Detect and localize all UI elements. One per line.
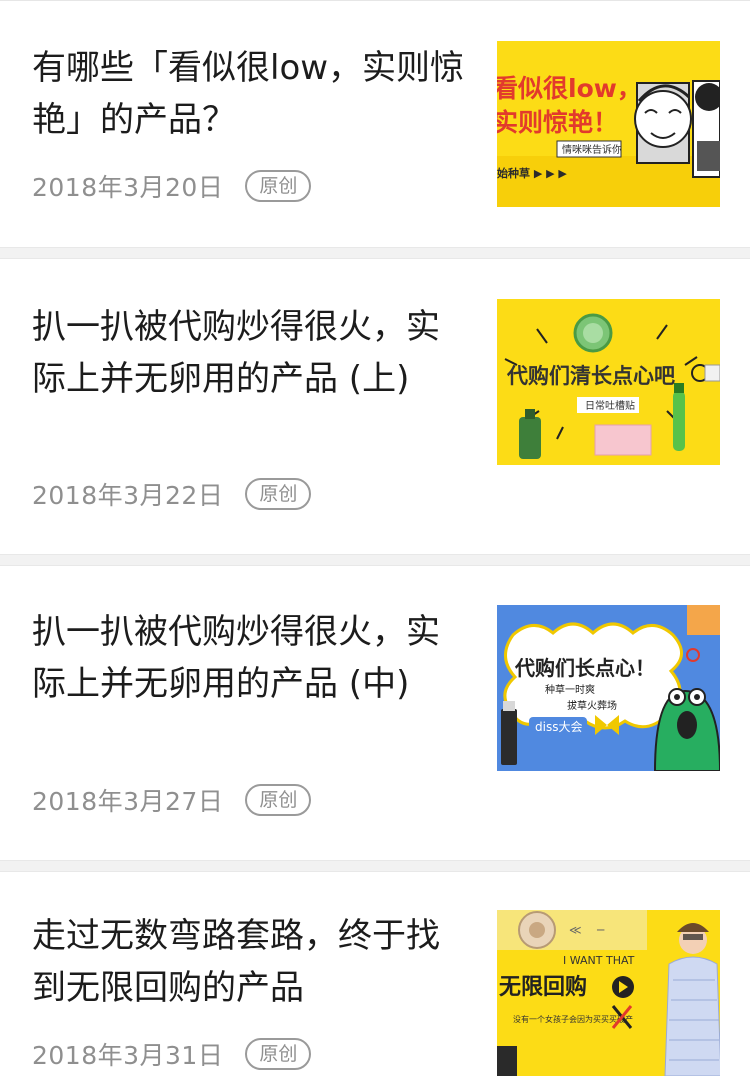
thumb-headline: 无限回购 [499,974,587,1000]
product-tube-icon [673,383,685,451]
thumbnail-image-3: 代购们长点心！ 种草一时爽 拔草火葬场 diss大会 [497,605,720,771]
thumb-headline-1: 看似很low， [497,74,642,103]
thumb-headline: 代购们长点心！ [514,656,655,680]
article-item-3[interactable]: 扒一扒被代购炒得很火，实际上并无卵用的产品 (中) 2018年3月27日 原创 … [0,566,750,860]
thumb-sub-2: 拔草火葬场 [567,699,617,712]
thumb-sub-1: 种草一时爽 [545,683,595,696]
original-badge: 原创 [245,784,312,816]
article-title[interactable]: 有哪些「看似很low，实则惊艳」的产品？ [32,42,468,146]
article-title[interactable]: 走过无数弯路套路，终于找到无限回购的产品 [32,910,468,1014]
article-thumbnail[interactable]: ≪ ─ I WANT THAT 无限回购 没有一个女孩子会因为买买买破产 [497,910,720,1076]
play-icon [612,976,634,998]
thumb-footer: 始种草 ▶ ▶ ▶ [497,166,567,180]
article-title[interactable]: 扒一扒被代购炒得很火，实际上并无卵用的产品 (中) [32,606,468,710]
thumbnail-image-2: 代购们清长点心吧 日常吐槽贴 [497,299,720,465]
article-date: 2018年3月27日 [32,787,224,816]
article-item-2[interactable]: 扒一扒被代购炒得很火，实际上并无卵用的产品 (上) 2018年3月22日 原创 … [0,259,750,554]
article-date: 2018年3月31日 [32,1041,224,1070]
thumb-caption: 日常吐槽贴 [585,399,635,412]
article-meta: 2018年3月31日 原创 [32,1036,312,1072]
thumb-headline: 代购们清长点心吧 [506,364,675,388]
original-badge: 原创 [245,478,312,510]
top-border [0,0,750,1]
thumb-tag: diss大会 [535,720,582,734]
product-stick-icon [501,701,517,765]
article-date: 2018年3月20日 [32,173,224,202]
section-divider [0,247,750,259]
original-badge: 原创 [245,1038,312,1070]
thumbnail-image-1: 看似很low， 实则惊艳！ 情咪咪告诉你 始种草 ▶ ▶ ▶ [497,41,720,207]
section-divider [0,860,750,872]
article-title[interactable]: 扒一扒被代购炒得很火，实际上并无卵用的产品 (上) [32,301,468,405]
thumb-caption: 没有一个女孩子会因为买买买破产 [513,1014,633,1024]
thumb-caption: 情咪咪告诉你 [562,143,622,156]
article-meta: 2018年3月27日 原创 [32,782,312,818]
article-date: 2018年3月22日 [32,481,224,510]
original-badge: 原创 [245,170,312,202]
thumbnail-image-4: ≪ ─ I WANT THAT 无限回购 没有一个女孩子会因为买买买破产 [497,910,720,1076]
article-meta: 2018年3月20日 原创 [32,168,312,204]
article-item-1[interactable]: 有哪些「看似很low，实则惊艳」的产品？ 2018年3月20日 原创 看似很lo… [0,2,750,247]
svg-text:─: ─ [596,923,605,937]
article-thumbnail[interactable]: 看似很low， 实则惊艳！ 情咪咪告诉你 始种草 ▶ ▶ ▶ [497,41,720,207]
article-item-4[interactable]: 走过无数弯路套路，终于找到无限回购的产品 2018年3月31日 原创 ≪ ─ I… [0,872,750,1076]
article-meta: 2018年3月22日 原创 [32,476,312,512]
meme-face-icon [634,80,720,178]
svg-text:≪: ≪ [569,923,582,937]
thumb-headline-2: 实则惊艳！ [497,108,618,137]
article-thumbnail[interactable]: 代购们长点心！ 种草一时爽 拔草火葬场 diss大会 [497,605,720,771]
section-divider [0,554,750,566]
article-thumbnail[interactable]: 代购们清长点心吧 日常吐槽贴 [497,299,720,465]
thumb-top: I WANT THAT [563,954,635,967]
